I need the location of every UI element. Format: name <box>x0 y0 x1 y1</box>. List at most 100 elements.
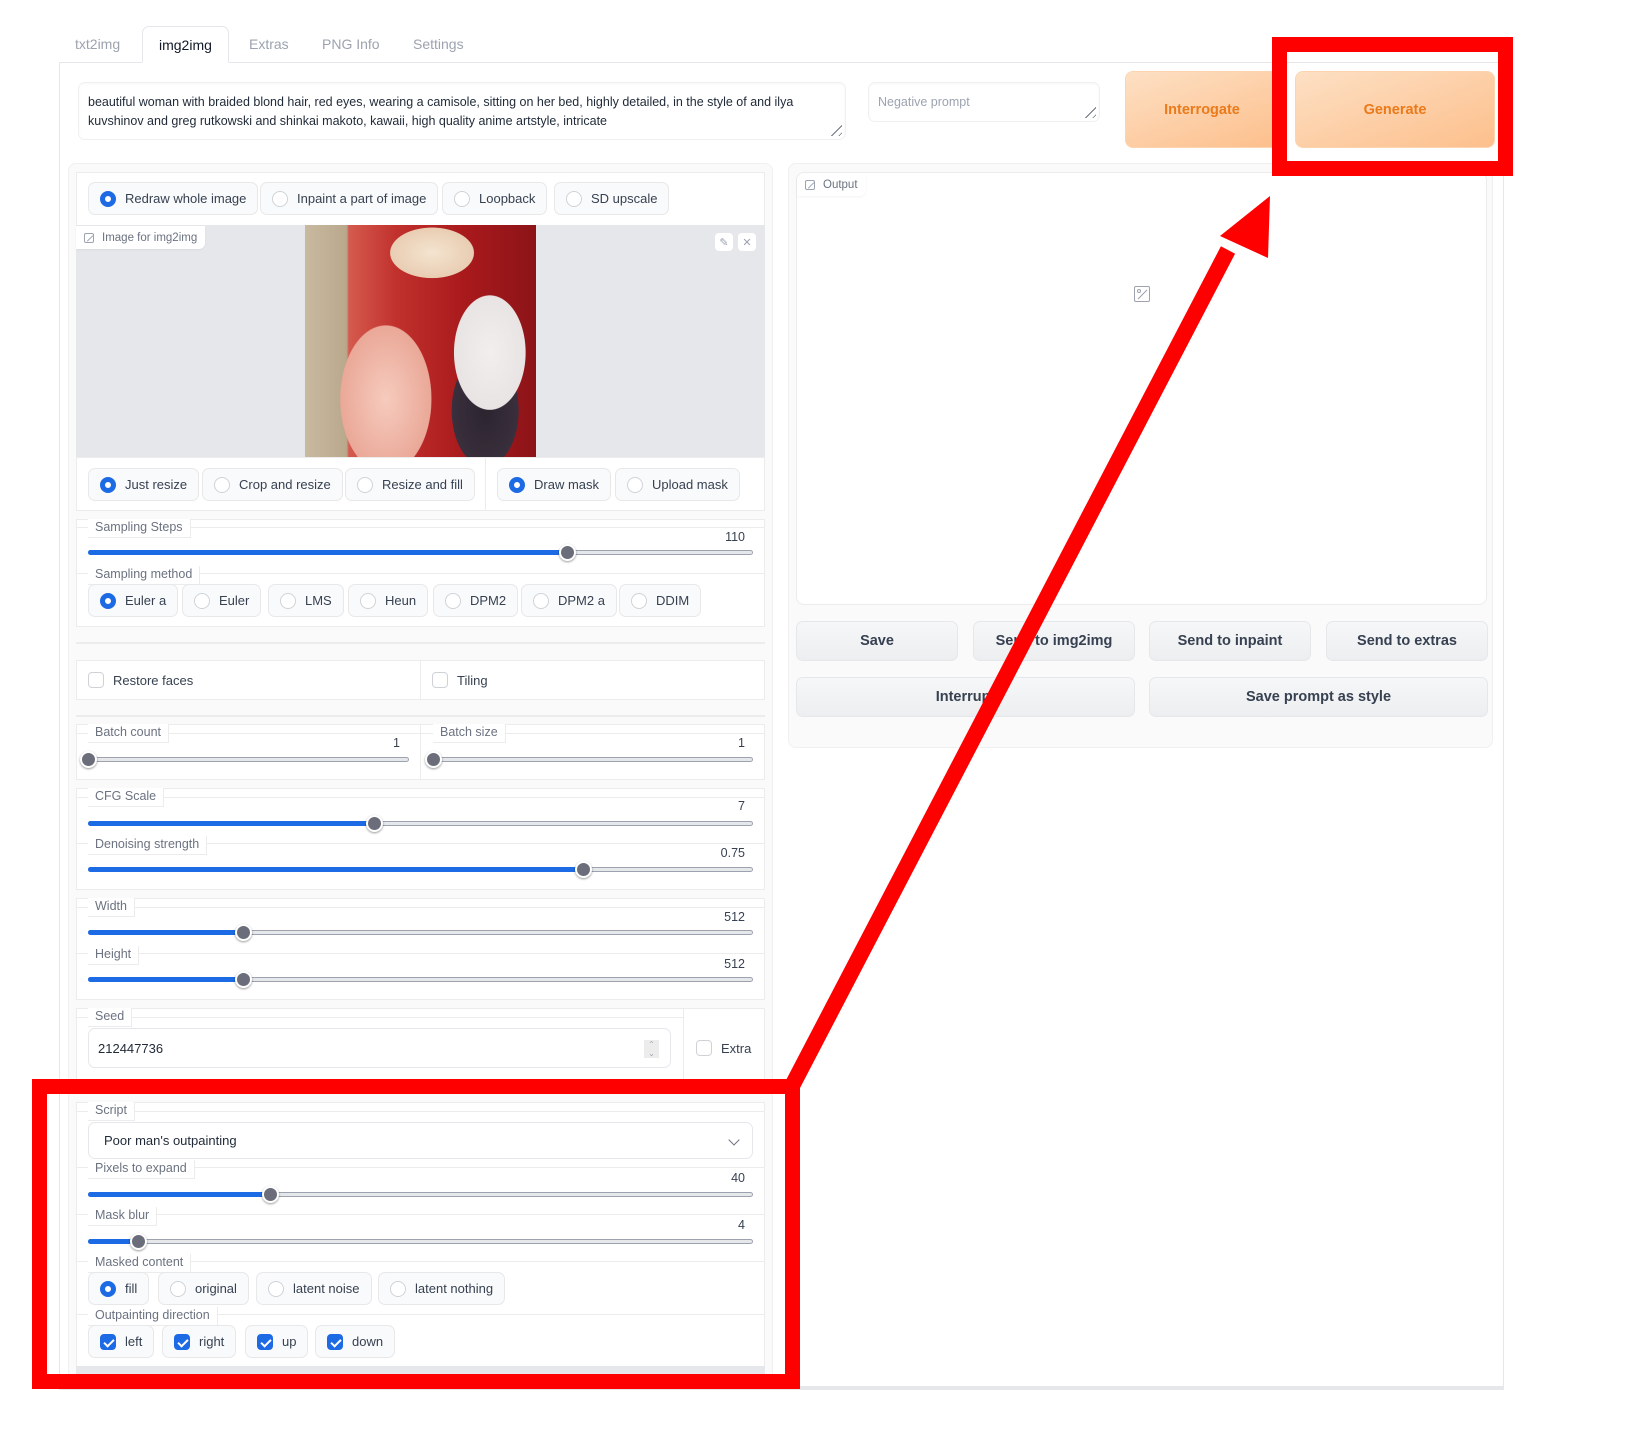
sampling-steps-slider[interactable] <box>88 543 753 563</box>
seed-label: Seed <box>88 1008 133 1027</box>
option-label: Heun <box>385 593 417 608</box>
mode-option-inpaint[interactable]: Inpaint a part of image <box>260 182 439 215</box>
option-label: DDIM <box>656 593 690 608</box>
annotation-box-generate <box>1272 37 1513 176</box>
uploaded-image <box>305 225 536 457</box>
slider-thumb[interactable] <box>575 861 593 878</box>
option-label: Loopback <box>479 191 536 206</box>
tab-txt2img[interactable]: txt2img <box>59 26 136 63</box>
save-button[interactable]: Save <box>796 621 958 661</box>
divider <box>76 733 765 734</box>
sampling-steps-value: 110 <box>725 530 745 544</box>
slider-thumb[interactable] <box>425 751 442 768</box>
option-label: Upload mask <box>652 477 728 492</box>
send-to-img2img-button[interactable]: Send to img2img <box>973 621 1135 661</box>
height-slider[interactable] <box>88 970 753 990</box>
slider-thumb[interactable] <box>558 544 576 561</box>
seed-input[interactable]: 212447736 ⌃ ⌄ <box>88 1028 671 1068</box>
checkbox-icon <box>88 672 104 688</box>
resize-grip-icon[interactable] <box>828 122 842 136</box>
mask-option-upload[interactable]: Upload mask <box>615 468 740 501</box>
save-prompt-as-style-button[interactable]: Save prompt as style <box>1149 677 1488 717</box>
tab-settings[interactable]: Settings <box>397 26 480 63</box>
label-text: Output <box>823 178 858 191</box>
radio-icon <box>627 476 643 493</box>
width-slider[interactable] <box>88 923 753 943</box>
option-label: LMS <box>305 593 332 608</box>
cfg-scale-label: CFG Scale <box>88 788 165 807</box>
tab-png-info[interactable]: PNG Info <box>306 26 396 63</box>
batch-size-value: 1 <box>738 736 745 750</box>
option-label: Just resize <box>125 477 188 492</box>
radio-icon <box>533 592 549 609</box>
interrupt-button[interactable]: Interrupt <box>796 677 1135 717</box>
slider-thumb[interactable] <box>234 971 252 988</box>
output-label: Output <box>797 173 866 196</box>
extra-checkbox[interactable]: Extra <box>696 1040 751 1056</box>
slider-thumb[interactable] <box>365 815 383 832</box>
resize-grip-icon[interactable] <box>1082 104 1096 118</box>
restore-faces-checkbox[interactable]: Restore faces <box>88 672 193 688</box>
divider <box>76 953 765 954</box>
option-label: Crop and resize <box>239 477 331 492</box>
interrogate-button[interactable]: Interrogate <box>1125 71 1279 148</box>
option-label: Resize and fill <box>382 477 463 492</box>
height-value: 512 <box>724 957 745 971</box>
mode-option-redraw[interactable]: Redraw whole image <box>88 182 259 215</box>
divider <box>420 660 421 700</box>
cfg-scale-slider[interactable] <box>88 814 753 834</box>
mode-option-loopback[interactable]: Loopback <box>442 182 548 215</box>
denoising-strength-slider[interactable] <box>88 860 753 880</box>
mask-option-draw[interactable]: Draw mask <box>497 468 612 501</box>
radio-selected-icon <box>100 190 116 207</box>
sampler-dpm2-a[interactable]: DPM2 a <box>521 584 617 617</box>
resize-option-crop[interactable]: Crop and resize <box>202 468 343 501</box>
batch-count-label: Batch count <box>88 724 170 743</box>
option-label: Redraw whole image <box>125 191 247 206</box>
sampler-ddim[interactable]: DDIM <box>619 584 702 617</box>
resize-option-just-resize[interactable]: Just resize <box>88 468 200 501</box>
image-icon <box>84 232 94 243</box>
send-to-extras-button[interactable]: Send to extras <box>1326 621 1488 661</box>
batch-count-slider[interactable] <box>80 750 409 770</box>
spinner-icon[interactable]: ⌃ ⌄ <box>644 1040 659 1058</box>
tab-extras[interactable]: Extras <box>233 26 305 63</box>
divider <box>76 642 765 644</box>
slider-thumb[interactable] <box>80 751 97 768</box>
pencil-icon[interactable]: ✎ <box>715 233 733 251</box>
sampler-euler-a[interactable]: Euler a <box>88 584 179 617</box>
radio-icon <box>214 476 230 493</box>
batch-size-label: Batch size <box>433 724 506 743</box>
divider <box>76 797 765 798</box>
sampler-heun[interactable]: Heun <box>348 584 429 617</box>
annotation-box-script <box>32 1079 800 1389</box>
option-label: Euler a <box>125 593 167 608</box>
tiling-checkbox[interactable]: Tiling <box>432 672 488 688</box>
send-to-inpaint-button[interactable]: Send to inpaint <box>1149 621 1311 661</box>
checkbox-label: Restore faces <box>113 672 194 688</box>
radio-icon <box>357 476 373 493</box>
image-icon <box>805 179 815 190</box>
label-text: Image for img2img <box>102 231 198 244</box>
close-icon[interactable]: ✕ <box>738 233 756 251</box>
radio-selected-icon <box>100 592 116 609</box>
negative-prompt-input[interactable]: Negative prompt <box>868 82 1100 122</box>
tab-img2img[interactable]: img2img <box>142 26 229 63</box>
image-input-label: Image for img2img <box>76 226 206 249</box>
sampler-dpm2[interactable]: DPM2 <box>433 584 519 617</box>
radio-selected-icon <box>100 476 116 493</box>
batch-size-slider[interactable] <box>425 750 753 770</box>
checkbox-label: Extra <box>721 1040 752 1056</box>
radio-icon <box>194 592 210 609</box>
radio-icon <box>360 592 376 609</box>
cfg-scale-value: 7 <box>738 799 745 813</box>
resize-option-fill[interactable]: Resize and fill <box>345 468 475 501</box>
slider-thumb[interactable] <box>234 924 252 941</box>
mode-option-sd-upscale[interactable]: SD upscale <box>554 182 670 215</box>
radio-icon <box>445 592 461 609</box>
radio-icon <box>631 592 647 609</box>
sampler-lms[interactable]: LMS <box>268 584 344 617</box>
sampler-euler[interactable]: Euler <box>182 584 262 617</box>
prompt-input[interactable]: beautiful woman with braided blond hair,… <box>78 82 846 140</box>
option-label: DPM2 a <box>558 593 605 608</box>
